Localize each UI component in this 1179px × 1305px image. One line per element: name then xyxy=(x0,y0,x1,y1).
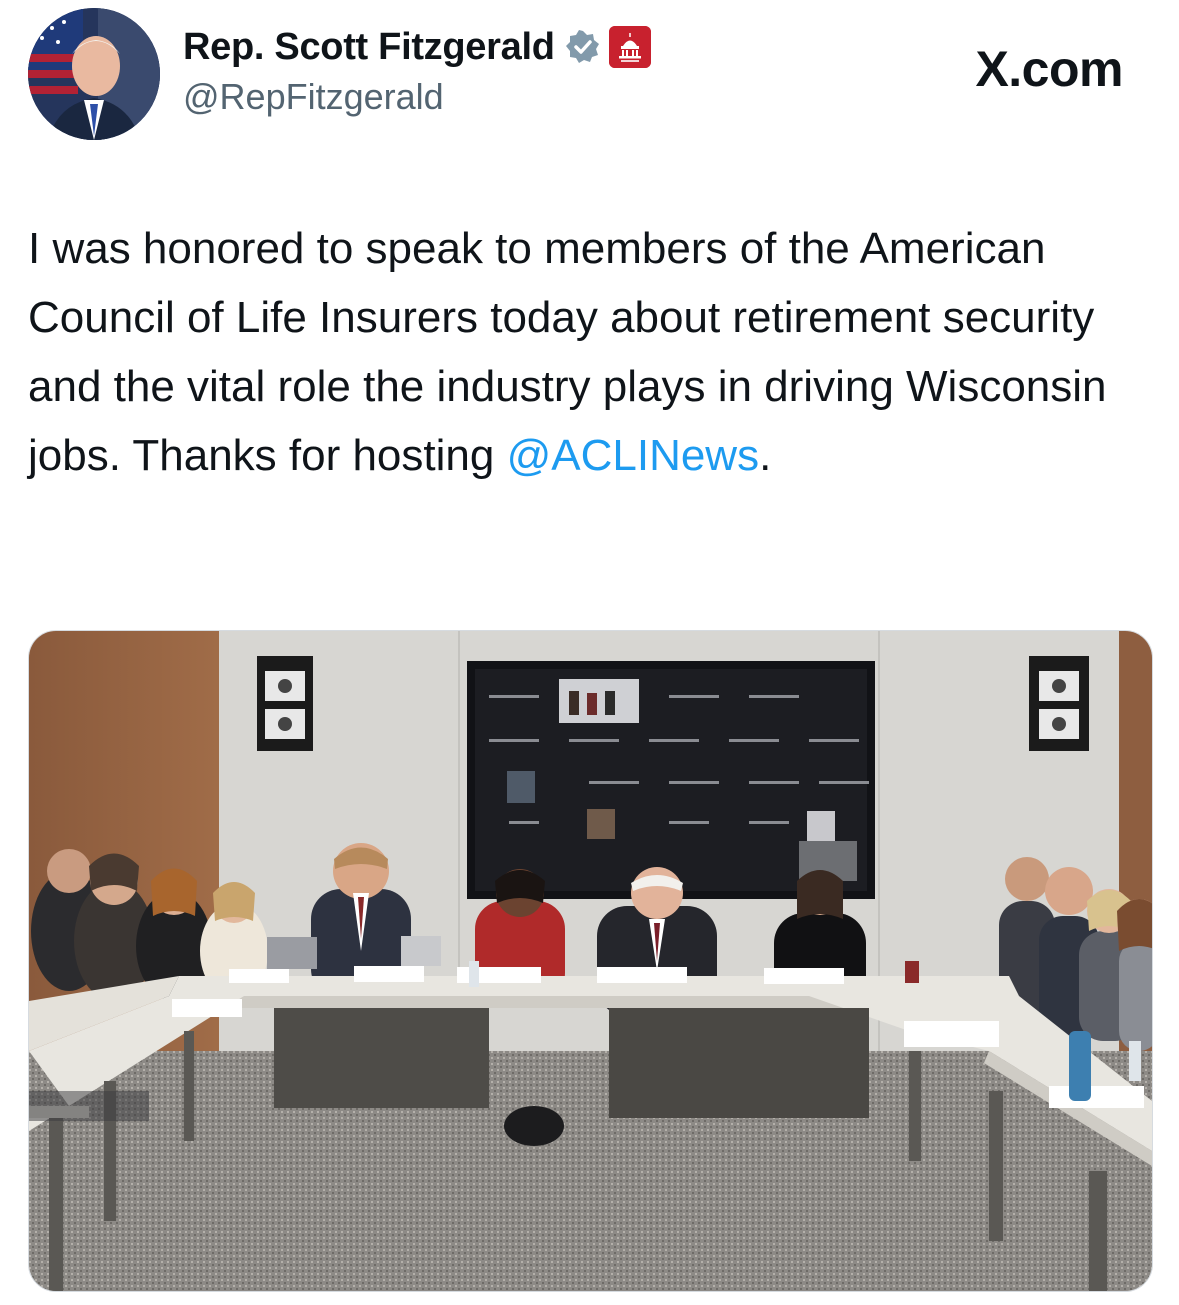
display-name[interactable]: Rep. Scott Fitzgerald xyxy=(183,26,555,69)
house-gop-badge-icon[interactable] xyxy=(608,26,651,68)
verified-badge-icon[interactable] xyxy=(565,29,601,65)
tweet-photo[interactable] xyxy=(28,630,1153,1292)
site-watermark: X.com xyxy=(975,41,1123,97)
author-handle[interactable]: @RepFitzgerald xyxy=(183,76,444,118)
tweet-text: I was honored to speak to members of the… xyxy=(28,214,1158,490)
mention-link[interactable]: @ACLINews xyxy=(507,431,760,480)
tweet-text-end: . xyxy=(759,431,772,480)
tweet-header: Rep. Scott Fitzgerald @RepFitzgerald X.c… xyxy=(0,0,1179,160)
display-name-row: Rep. Scott Fitzgerald xyxy=(183,22,651,72)
author-avatar[interactable] xyxy=(28,8,160,140)
